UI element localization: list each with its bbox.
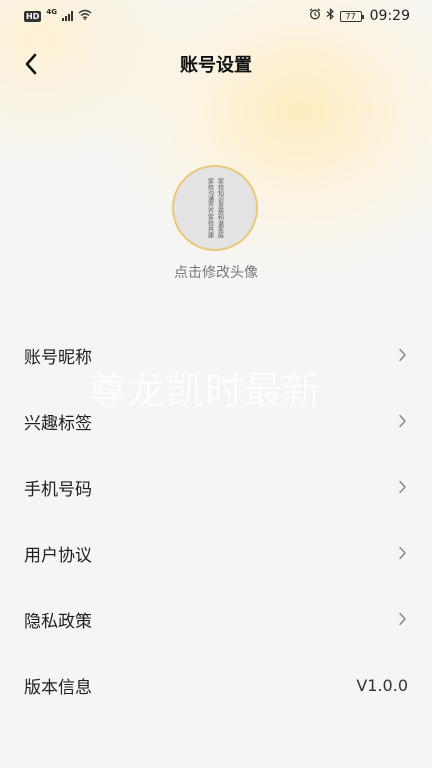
hd-badge: HD — [24, 10, 42, 22]
chevron-right-icon — [396, 546, 408, 560]
menu-item-label: 版本信息 — [24, 677, 92, 698]
back-button[interactable] — [18, 50, 44, 78]
menu-item-nickname[interactable]: 账号昵称 — [0, 322, 432, 388]
chevron-left-icon — [25, 53, 37, 75]
menu-item-label: 账号昵称 — [24, 347, 92, 368]
network-type: 4G — [46, 8, 57, 16]
chevron-right-icon — [396, 612, 408, 626]
status-left: HD 4G — [24, 8, 92, 24]
chevron-right-icon — [396, 480, 408, 494]
bluetooth-icon — [326, 7, 335, 24]
navigation-bar: 账号设置 — [0, 42, 432, 86]
avatar-image: 家校知识意慈和谐家庭 家校沟通齐齐家校共建 — [207, 178, 224, 238]
wifi-icon — [78, 9, 92, 24]
menu-item-label: 隐私政策 — [24, 611, 92, 632]
status-time: 09:29 — [369, 8, 410, 24]
menu-item-privacy-policy[interactable]: 隐私政策 — [0, 586, 432, 652]
alarm-icon — [309, 8, 321, 24]
chevron-right-icon — [396, 414, 408, 428]
status-bar: HD 4G 77 09:29 — [0, 0, 432, 32]
chevron-right-icon — [396, 348, 408, 362]
settings-menu: 账号昵称 兴趣标签 手机号码 用户协议 隐私政策 版本信息 V1.0.0 — [0, 322, 432, 718]
avatar-poem-column: 家校沟通齐齐家校共建 — [206, 178, 214, 238]
battery-icon: 77 — [339, 10, 364, 22]
menu-item-version: 版本信息 V1.0.0 — [0, 652, 432, 718]
menu-item-interest-tags[interactable]: 兴趣标签 — [0, 388, 432, 454]
menu-item-label: 手机号码 — [24, 479, 92, 500]
page-title: 账号设置 — [180, 55, 252, 76]
menu-item-label: 用户协议 — [24, 545, 92, 566]
avatar-poem-column: 家校知识意慈和谐家庭 — [216, 178, 224, 238]
menu-item-label: 兴趣标签 — [24, 413, 92, 434]
avatar[interactable]: 家校知识意慈和谐家庭 家校沟通齐齐家校共建 — [172, 165, 258, 251]
change-avatar-link[interactable]: 点击修改头像 — [0, 262, 432, 282]
signal-icon — [61, 11, 73, 21]
menu-item-phone[interactable]: 手机号码 — [0, 454, 432, 520]
menu-item-user-agreement[interactable]: 用户协议 — [0, 520, 432, 586]
version-value: V1.0.0 — [356, 675, 408, 695]
status-right: 77 09:29 — [309, 7, 410, 24]
